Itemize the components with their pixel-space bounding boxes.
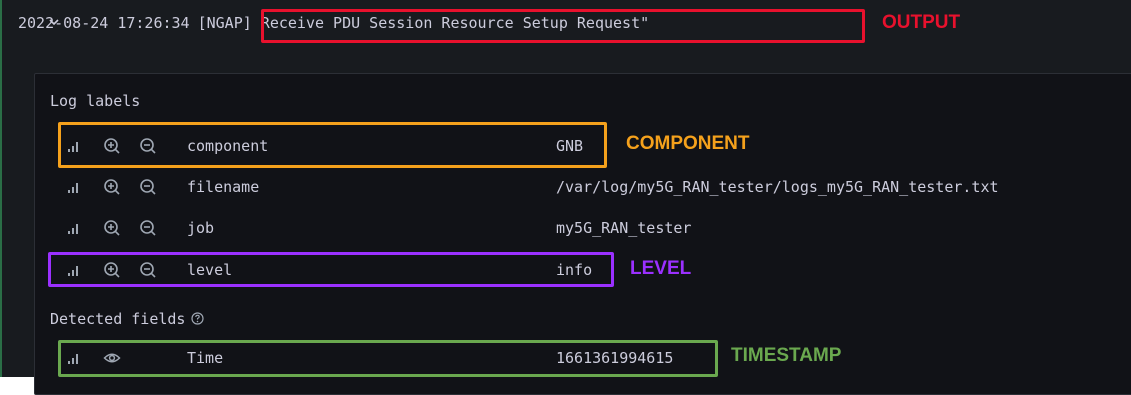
log-timestamp: 2022-08-24 17:26:34 — [18, 14, 190, 32]
output-highlight-box — [261, 9, 865, 43]
timestamp-annotation: TIMESTAMP — [731, 345, 842, 366]
timestamp-highlight-box — [58, 340, 718, 377]
log-panel: 2022-08-24 17:26:34 [NGAP] Receive PDU S… — [0, 0, 1131, 395]
label-key: filename — [187, 178, 260, 196]
label-row-job: job my5G_RAN_tester — [58, 213, 1131, 243]
label-row-filename: filename /var/log/my5G_RAN_tester/logs_m… — [58, 172, 1131, 202]
label-key: job — [187, 219, 215, 237]
label-value: /var/log/my5G_RAN_tester/logs_my5G_RAN_t… — [556, 178, 999, 196]
log-labels-title: Log labels — [50, 92, 141, 110]
help-circle-icon[interactable] — [191, 312, 205, 325]
stats-bars-icon[interactable] — [64, 218, 84, 238]
level-highlight-box — [48, 252, 614, 287]
level-annotation: LEVEL — [630, 258, 692, 279]
zoom-in-icon[interactable] — [102, 218, 122, 238]
stats-bars-icon[interactable] — [64, 177, 84, 197]
component-highlight-box — [58, 122, 607, 168]
chevron-down-icon[interactable] — [6, 2, 59, 44]
output-annotation: OUTPUT — [882, 12, 961, 33]
component-annotation: COMPONENT — [626, 133, 750, 154]
zoom-in-icon[interactable] — [102, 177, 122, 197]
detected-fields-title: Detected fields — [50, 310, 205, 328]
label-value: my5G_RAN_tester — [556, 219, 692, 237]
zoom-out-icon[interactable] — [138, 218, 158, 238]
detected-fields-label: Detected fields — [50, 310, 186, 328]
zoom-out-icon[interactable] — [138, 177, 158, 197]
